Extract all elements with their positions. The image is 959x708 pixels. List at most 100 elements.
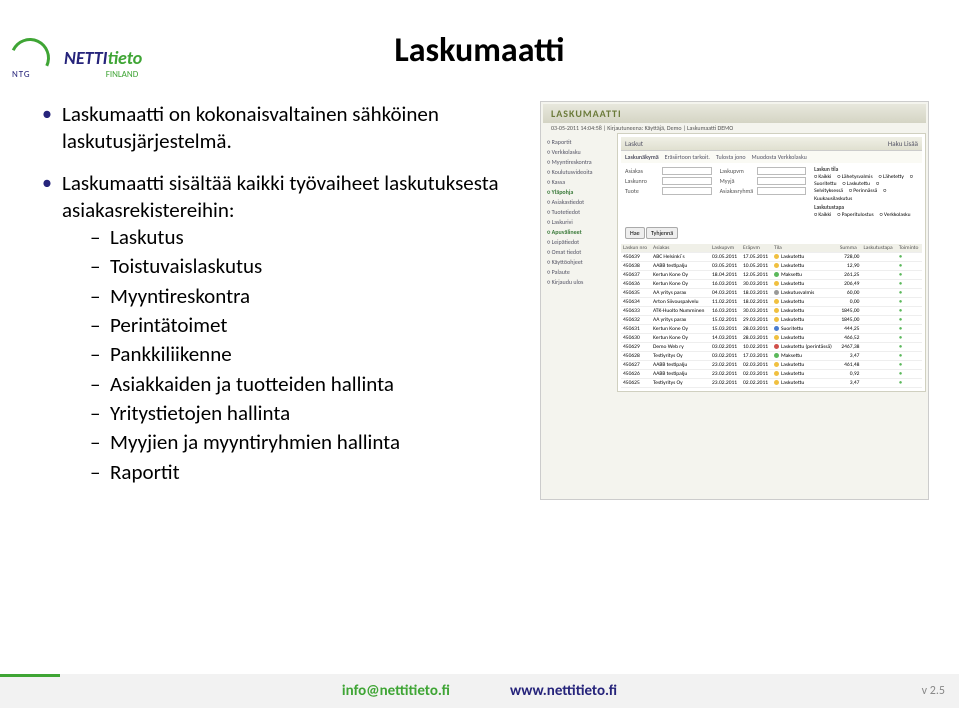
tab-0[interactable]: Laskunäkymä (625, 153, 659, 161)
search-button[interactable]: Hae (625, 227, 645, 239)
cell: 12,90 (838, 261, 862, 270)
cell: Laskutusvalmis (772, 288, 838, 297)
table-row[interactable]: 450631Kertun Kone Oy15.03.201128.03.2011… (621, 324, 922, 333)
action-cell[interactable]: ● (897, 252, 922, 261)
invoice-table: Laskun nroAsiakasLaskupvmEräpvmTilaSumma… (621, 244, 922, 388)
filter-input[interactable] (757, 177, 807, 185)
sidebar-item-4[interactable]: ○ Kassa (545, 177, 611, 187)
app-brand: LASKUMAATTI (543, 104, 926, 123)
cell: AABB testipalju (651, 261, 710, 270)
filter-label: Tuote (625, 187, 659, 195)
cell: 450639 (621, 252, 651, 261)
action-cell[interactable]: ● (897, 360, 922, 369)
footer: info@nettitieto.fi www.nettitieto.fi v 2… (0, 674, 959, 708)
filter-input[interactable] (662, 177, 712, 185)
table-row[interactable]: 450639ABC Helsinki´s03.05.201117.05.2011… (621, 252, 922, 261)
filter-check[interactable]: ○ Laskutettu (843, 181, 871, 187)
tab-2[interactable]: Tulosta jono (716, 153, 746, 161)
table-row[interactable]: 450635AA yritys parax04.03.201118.03.201… (621, 288, 922, 297)
col-header[interactable]: Laskun nro (621, 244, 651, 253)
sidebar-item-1[interactable]: ○ Verkkolasku (545, 147, 611, 157)
filter-input[interactable] (757, 167, 807, 175)
sidebar-item-5[interactable]: ○ Yläpohja (545, 187, 611, 197)
table-row[interactable]: 450628Testiyritys Oy03.02.201117.03.2011… (621, 351, 922, 360)
cell: 3,47 (838, 351, 862, 360)
col-header[interactable]: Laskutustapa (861, 244, 896, 253)
sidebar-item-7[interactable]: ○ Tuotetiedot (545, 207, 611, 217)
action-cell[interactable]: ● (897, 279, 922, 288)
sidebar-item-9[interactable]: ○ Apuvälineet (545, 227, 611, 237)
cell (861, 297, 896, 306)
tab-3[interactable]: Muodosta Verkkolasku (752, 153, 807, 161)
filter-check[interactable]: ○ Kaikki (814, 174, 831, 180)
col-header[interactable]: Toiminto (897, 244, 922, 253)
filter-label: Laskupvm (720, 167, 754, 175)
action-cell[interactable]: ● (897, 261, 922, 270)
sidebar-item-0[interactable]: ○ Raportit (545, 137, 611, 147)
action-cell[interactable]: ● (897, 369, 922, 378)
add-button[interactable]: Lisää (904, 139, 918, 148)
col-header[interactable]: Summa (838, 244, 862, 253)
table-row[interactable]: 450638AABB testipalju03.05.201110.05.201… (621, 261, 922, 270)
action-cell[interactable]: ● (897, 342, 922, 351)
cell: Maksettu (772, 270, 838, 279)
cell: 450633 (621, 306, 651, 315)
table-row[interactable]: 450636Kertun Kone Oy16.03.201130.03.2011… (621, 279, 922, 288)
sidebar-item-14[interactable]: ○ Kirjaudu ulos (545, 277, 611, 287)
cell: 16.03.2011 (710, 306, 741, 315)
filter-input[interactable] (662, 167, 712, 175)
cell: 10.05.2011 (741, 261, 772, 270)
sidebar-item-2[interactable]: ○ Myyntireskontra (545, 157, 611, 167)
subitem-1: Toistuvaislaskutus (90, 253, 520, 280)
table-row[interactable]: 450633ATK-Huolto Numminen16.03.201130.03… (621, 306, 922, 315)
panel-tabs: Laskunäkymä Eräsiirtoon tarkoit. Tulosta j… (621, 151, 922, 163)
filter-check[interactable]: ○ Lähetetty (879, 174, 904, 180)
table-row[interactable]: 450630Kertun Kone Oy14.03.201128.03.2011… (621, 333, 922, 342)
table-row[interactable]: 450625Testiyritys Oy23.02.201102.02.2011… (621, 378, 922, 387)
filter-check[interactable]: ○ Kaikki (814, 212, 831, 218)
action-cell[interactable]: ● (897, 297, 922, 306)
sidebar-item-6[interactable]: ○ Asiakastiedot (545, 197, 611, 207)
sidebar-item-8[interactable]: ○ Laskurivi (545, 217, 611, 227)
filter-check[interactable]: ○ Perinnässä (849, 188, 877, 194)
filter-input[interactable] (662, 187, 712, 195)
action-cell[interactable]: ● (897, 270, 922, 279)
cell: Suoritettu (772, 324, 838, 333)
col-header[interactable]: Eräpvm (741, 244, 772, 253)
sidebar-item-12[interactable]: ○ Käyttöohjeet (545, 257, 611, 267)
filter-check[interactable]: ○ Verkkolasku (880, 212, 911, 218)
filter-check[interactable]: ○ Paperitulostus (837, 212, 873, 218)
cell: AA yritys parax (651, 315, 710, 324)
sidebar-item-11[interactable]: ○ Omat tiedot (545, 247, 611, 257)
table-row[interactable]: 450626AABB testipalju23.02.201102.03.201… (621, 369, 922, 378)
clear-button[interactable]: Tyhjennä (646, 227, 678, 239)
subitem-8: Raportit (90, 459, 520, 486)
action-cell[interactable]: ● (897, 333, 922, 342)
table-row[interactable]: 450632AA yritys parax15.02.201129.03.201… (621, 315, 922, 324)
sidebar-item-13[interactable]: ○ Palaute (545, 267, 611, 277)
table-row[interactable]: 450629Demo Web ry03.02.201110.02.2011Las… (621, 342, 922, 351)
action-cell[interactable]: ● (897, 315, 922, 324)
sidebar-item-10[interactable]: ○ Leipätiedot (545, 237, 611, 247)
col-header[interactable]: Laskupvm (710, 244, 741, 253)
action-cell[interactable]: ● (897, 288, 922, 297)
cell: 450634 (621, 297, 651, 306)
action-cell[interactable]: ● (897, 324, 922, 333)
table-row[interactable]: 450634Arton Siivouspalvelu11.02.201118.0… (621, 297, 922, 306)
filter-check[interactable]: ○ Lähetysvalmis (837, 174, 872, 180)
col-header[interactable]: Asiakas (651, 244, 710, 253)
sidebar-item-3[interactable]: ○ Koulutusvideoita (545, 167, 611, 177)
tab-1[interactable]: Eräsiirtoon tarkoit. (665, 153, 710, 161)
col-header[interactable]: Tila (772, 244, 838, 253)
content: Laskumaatti on kokonaisvaltainen sähköin… (40, 101, 929, 500)
app-screenshot: LASKUMAATTI 03-05-2011 14:04:58 | Kirjau… (540, 101, 929, 500)
action-cell[interactable]: ● (897, 378, 922, 387)
cell: 18.02.2011 (741, 297, 772, 306)
table-row[interactable]: 450637Kertun Kone Oy18.04.201112.05.2011… (621, 270, 922, 279)
action-cell[interactable]: ● (897, 351, 922, 360)
table-row[interactable]: 450627AABB testipalju23.02.201102.03.201… (621, 360, 922, 369)
cell: Laskutettu (772, 306, 838, 315)
action-cell[interactable]: ● (897, 306, 922, 315)
filter-label: Laskunro (625, 177, 659, 185)
filter-input[interactable] (757, 187, 807, 195)
